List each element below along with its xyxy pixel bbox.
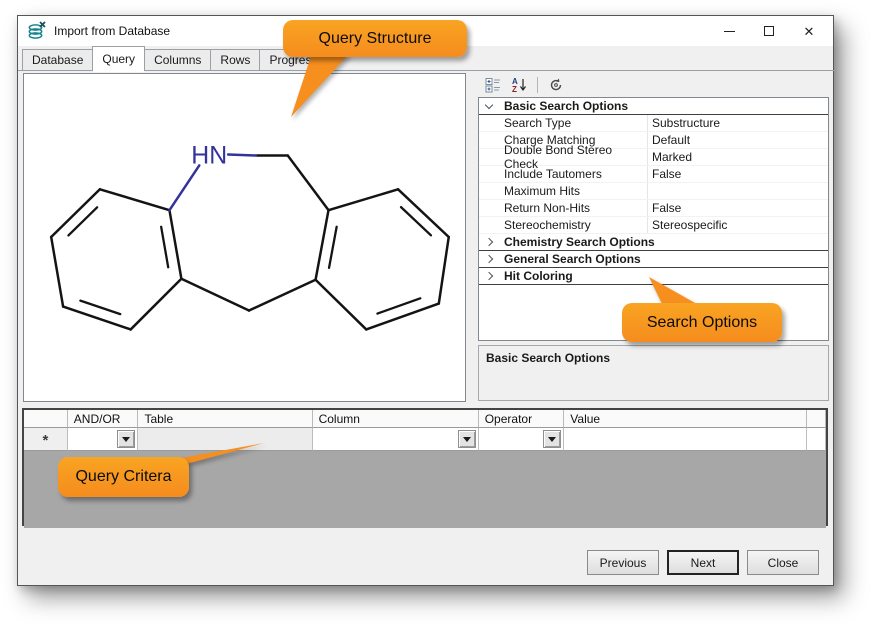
- chevron-right-icon[interactable]: [485, 255, 493, 263]
- chevron-down-icon: [122, 437, 130, 442]
- criteria-cell-table[interactable]: [138, 428, 312, 451]
- tab-rows[interactable]: Rows: [210, 49, 260, 71]
- maximize-icon: [764, 26, 774, 36]
- query-structure-canvas[interactable]: HN: [23, 73, 466, 402]
- category-label: Chemistry Search Options: [504, 235, 655, 249]
- property-description-title: Basic Search Options: [486, 351, 610, 365]
- criteria-header-operator[interactable]: Operator: [479, 410, 565, 428]
- callout-search-options: Search Options: [622, 303, 782, 342]
- category-label: Basic Search Options: [504, 99, 628, 113]
- minimize-button[interactable]: [709, 16, 749, 46]
- criteria-header-row: AND/ORTableColumnOperatorValue: [24, 410, 826, 428]
- property-name: Double Bond Stereo Check: [479, 149, 647, 165]
- new-row-marker: *: [24, 428, 68, 451]
- callout-search-options-label: Search Options: [647, 314, 757, 332]
- chevron-down-icon: [548, 437, 556, 442]
- chevron-right-icon[interactable]: [485, 238, 493, 246]
- property-name: Maximum Hits: [479, 183, 647, 199]
- next-button[interactable]: Next: [667, 550, 739, 575]
- property-name: Include Tautomers: [479, 166, 647, 182]
- property-row-search-type[interactable]: Search TypeSubstructure: [479, 115, 828, 132]
- categorized-icon: [485, 77, 501, 93]
- tab-columns[interactable]: Columns: [144, 49, 211, 71]
- property-value[interactable]: Default: [647, 132, 828, 148]
- close-icon: ✕: [804, 25, 815, 38]
- maximize-button[interactable]: [749, 16, 789, 46]
- property-name: Stereochemistry: [479, 217, 647, 233]
- close-button[interactable]: Close: [747, 550, 819, 575]
- criteria-cell-column[interactable]: [313, 428, 479, 451]
- callout-query-structure-label: Query Structure: [319, 30, 432, 48]
- category-general-search-options[interactable]: General Search Options: [479, 251, 828, 268]
- tabstrip: DatabaseQueryColumnsRowsProgress: [22, 46, 326, 71]
- criteria-header-value[interactable]: Value: [564, 410, 807, 428]
- criteria-cell-and-or[interactable]: [68, 428, 139, 451]
- criteria-header-column[interactable]: Column: [313, 410, 479, 428]
- callout-query-structure: Query Structure: [283, 20, 467, 57]
- close-button[interactable]: ✕: [789, 16, 829, 46]
- property-row-include-tautomers[interactable]: Include TautomersFalse: [479, 166, 828, 183]
- property-name: Search Type: [479, 115, 647, 131]
- dropdown-button[interactable]: [458, 430, 476, 448]
- import-from-database-window: Import from Database ✕ DatabaseQueryColu…: [17, 15, 834, 586]
- property-grid-toolbar: A Z: [478, 73, 829, 97]
- window-title: Import from Database: [54, 24, 170, 38]
- property-value[interactable]: Substructure: [647, 115, 828, 131]
- toolbar-separator: [537, 77, 538, 93]
- category-basic-search-options[interactable]: Basic Search Options: [479, 98, 828, 115]
- chevron-down-icon[interactable]: [485, 101, 493, 109]
- reset-icon: [548, 77, 564, 93]
- tab-database[interactable]: Database: [22, 49, 93, 71]
- category-hit-coloring[interactable]: Hit Coloring: [479, 268, 828, 285]
- reset-button[interactable]: [545, 75, 567, 95]
- alphabetical-sort-icon: A Z: [511, 77, 527, 93]
- property-row-double-bond-stereo-check[interactable]: Double Bond Stereo CheckMarked: [479, 149, 828, 166]
- database-icon: [27, 21, 47, 41]
- chevron-right-icon[interactable]: [485, 272, 493, 280]
- criteria-new-row: *: [24, 428, 826, 451]
- callout-query-criteria-label: Query Critera: [75, 468, 171, 486]
- svg-text:Z: Z: [512, 85, 517, 93]
- property-value[interactable]: Stereospecific: [647, 217, 828, 233]
- criteria-header-blank-6: [807, 410, 826, 428]
- property-value[interactable]: False: [647, 166, 828, 182]
- property-name: Return Non-Hits: [479, 200, 647, 216]
- criteria-cell-operator[interactable]: [479, 428, 565, 451]
- property-value[interactable]: Marked: [647, 149, 828, 165]
- category-chemistry-search-options[interactable]: Chemistry Search Options: [479, 234, 828, 251]
- molecule-drawing: HN: [24, 74, 465, 401]
- dropdown-button[interactable]: [543, 430, 561, 448]
- category-label: Hit Coloring: [504, 269, 573, 283]
- property-row-maximum-hits[interactable]: Maximum Hits: [479, 183, 828, 200]
- criteria-header-blank-0: [24, 410, 68, 428]
- category-label: General Search Options: [504, 252, 641, 266]
- alphabetical-sort-button[interactable]: A Z: [508, 75, 530, 95]
- criteria-cell-blank-6[interactable]: [807, 428, 826, 451]
- categorized-button[interactable]: [482, 75, 504, 95]
- previous-button[interactable]: Previous: [587, 550, 659, 575]
- property-row-stereochemistry[interactable]: StereochemistryStereospecific: [479, 217, 828, 234]
- criteria-header-table[interactable]: Table: [138, 410, 312, 428]
- tab-query[interactable]: Query: [92, 46, 145, 71]
- criteria-header-and-or[interactable]: AND/OR: [68, 410, 139, 428]
- property-value[interactable]: [647, 183, 828, 199]
- minimize-icon: [724, 31, 735, 32]
- property-description-panel: Basic Search Options: [478, 345, 829, 401]
- criteria-cell-value[interactable]: [564, 428, 807, 451]
- property-row-return-non-hits[interactable]: Return Non-HitsFalse: [479, 200, 828, 217]
- nh-atom-label: HN: [191, 142, 227, 169]
- screenshot-stage: Import from Database ✕ DatabaseQueryColu…: [0, 0, 882, 635]
- chevron-down-icon: [463, 437, 471, 442]
- property-value[interactable]: False: [647, 200, 828, 216]
- callout-query-criteria: Query Critera: [58, 457, 189, 497]
- dropdown-button[interactable]: [117, 430, 135, 448]
